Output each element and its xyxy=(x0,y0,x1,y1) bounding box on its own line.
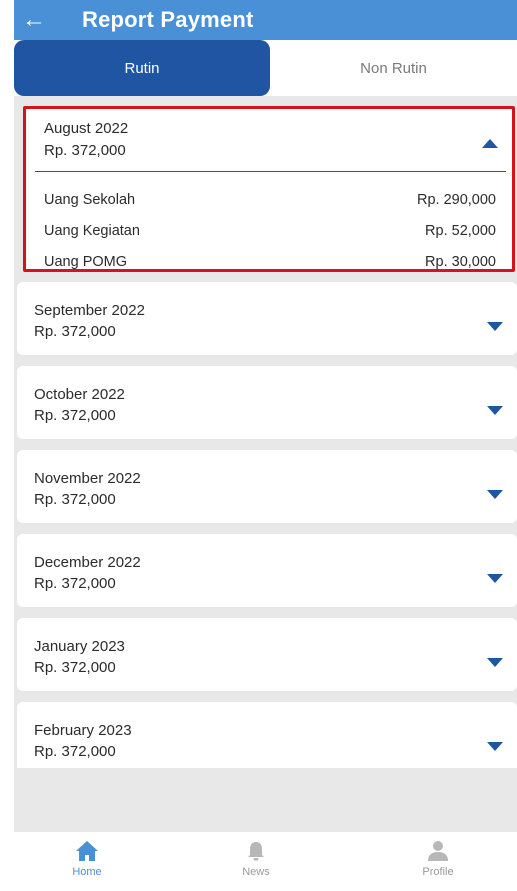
payment-month: August 2022 xyxy=(44,120,129,137)
payment-total: Rp. 372,000 xyxy=(34,407,116,424)
nav-profile[interactable]: Profile xyxy=(398,840,478,878)
page-title: Report Payment xyxy=(82,7,254,32)
payment-card-expanded[interactable]: August 2022 Rp. 372,000 Uang Sekolah Rp.… xyxy=(23,106,515,272)
payment-total: Rp. 372,000 xyxy=(34,659,116,676)
payment-month: October 2022 xyxy=(34,386,125,403)
payment-card[interactable]: September 2022 Rp. 372,000 xyxy=(17,282,517,355)
payment-card[interactable]: January 2023 Rp. 372,000 xyxy=(17,618,517,691)
payment-total: Rp. 372,000 xyxy=(34,743,116,760)
chevron-down-icon[interactable] xyxy=(487,742,503,751)
bottom-nav: Home News Profile xyxy=(14,832,517,891)
payment-total: Rp. 372,000 xyxy=(44,142,126,159)
payment-month: January 2023 xyxy=(34,638,125,655)
nav-label-home: Home xyxy=(72,866,102,878)
detail-name: Uang Sekolah xyxy=(44,192,136,208)
payment-card[interactable]: October 2022 Rp. 372,000 xyxy=(17,366,517,439)
chevron-down-icon[interactable] xyxy=(487,406,503,415)
payment-month: December 2022 xyxy=(34,554,141,571)
detail-name: Uang POMG xyxy=(44,254,127,270)
tab-rutin[interactable]: Rutin xyxy=(14,40,270,96)
detail-row: Uang Kegiatan Rp. 52,000 xyxy=(44,223,496,243)
tab-non-rutin[interactable]: Non Rutin xyxy=(270,40,517,96)
nav-label-profile: Profile xyxy=(422,866,454,878)
home-icon xyxy=(76,841,98,861)
nav-news[interactable]: News xyxy=(216,840,296,878)
payment-total: Rp. 372,000 xyxy=(34,491,116,508)
nav-label-news: News xyxy=(242,866,270,878)
payment-month: November 2022 xyxy=(34,470,141,487)
payment-month: September 2022 xyxy=(34,302,145,319)
chevron-down-icon[interactable] xyxy=(487,490,503,499)
chevron-down-icon[interactable] xyxy=(487,322,503,331)
payment-total: Rp. 372,000 xyxy=(34,575,116,592)
bell-icon xyxy=(248,842,264,861)
payment-card[interactable]: November 2022 Rp. 372,000 xyxy=(17,450,517,523)
payment-card[interactable]: February 2023 Rp. 372,000 xyxy=(17,702,517,768)
chevron-down-icon[interactable] xyxy=(487,574,503,583)
chevron-up-icon[interactable] xyxy=(482,139,498,148)
app-screen: ← Report Payment Rutin Non Rutin August … xyxy=(14,0,517,891)
detail-amount: Rp. 290,000 xyxy=(416,192,496,208)
arrow-left-icon[interactable]: ← xyxy=(14,0,54,40)
detail-amount: Rp. 52,000 xyxy=(425,223,496,239)
divider xyxy=(35,171,506,172)
chevron-down-icon[interactable] xyxy=(487,658,503,667)
payment-card[interactable]: December 2022 Rp. 372,000 xyxy=(17,534,517,607)
app-header: ← Report Payment xyxy=(14,0,517,40)
tab-bar: Rutin Non Rutin xyxy=(14,40,517,96)
detail-name: Uang Kegiatan xyxy=(44,223,140,239)
person-icon xyxy=(428,841,448,861)
payment-total: Rp. 372,000 xyxy=(34,323,116,340)
detail-row: Uang POMG Rp. 30,000 xyxy=(44,254,496,274)
detail-amount: Rp. 30,000 xyxy=(425,254,496,270)
nav-home[interactable]: Home xyxy=(47,840,127,878)
detail-row: Uang Sekolah Rp. 290,000 xyxy=(44,192,496,212)
payment-month: February 2023 xyxy=(34,722,132,739)
